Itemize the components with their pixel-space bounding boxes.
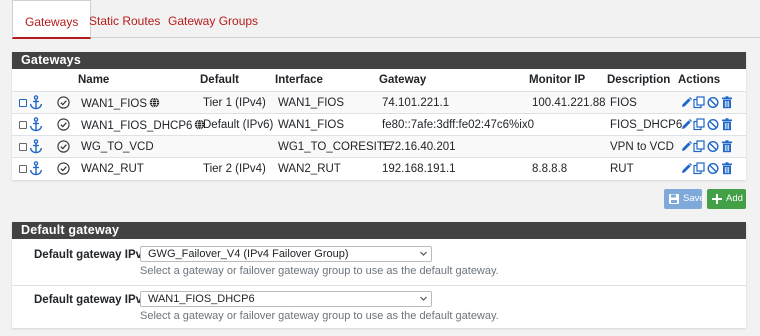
row-actions — [680, 140, 740, 154]
trash-icon[interactable] — [721, 140, 733, 153]
disable-icon[interactable] — [707, 96, 719, 109]
gateway-name: WAN1_FIOS — [81, 97, 160, 110]
save-button[interactable]: Save — [664, 189, 705, 209]
tab-gateways[interactable]: Gateways — [12, 0, 92, 39]
gateway-description: VPN to VCD — [610, 141, 674, 153]
status-ok-icon — [57, 96, 70, 109]
default-gateway-ipv4-select[interactable]: GWG_Failover_V4 (IPv4 Failover Group) — [140, 246, 432, 262]
gateway-default: Tier 1 (IPv4) — [203, 97, 266, 109]
plus-icon — [712, 194, 722, 204]
gateway-name: WAN2_RUT — [81, 163, 144, 175]
header-description: Description — [607, 74, 671, 86]
chevron-down-icon — [420, 251, 427, 256]
tab-bar: Gateways Static Routes Gateway Groups — [12, 0, 760, 39]
default-gateway-ipv4-label: Default gateway IPv4 — [34, 249, 149, 261]
status-ok-icon — [57, 118, 70, 131]
copy-icon[interactable] — [693, 162, 705, 175]
gateway-monitor-ip: 8.8.8.8 — [532, 163, 568, 175]
disable-icon[interactable] — [707, 140, 719, 153]
gateways-panel-title: Gateways — [12, 52, 746, 69]
gateway-description: FIOS_DHCP6 — [610, 119, 683, 131]
trash-icon[interactable] — [721, 118, 733, 131]
anchor-icon[interactable] — [29, 139, 43, 154]
default-gateway-ipv6-help: Select a gateway or failover gateway gro… — [140, 310, 499, 322]
save-icon — [669, 194, 679, 204]
trash-icon[interactable] — [721, 162, 733, 175]
table-row: WAN1_FIOS Tier 1 (IPv4) WAN1_FIOS 74.101.22… — [12, 91, 746, 114]
table-row: WAN2_RUT Tier 2 (IPv4) WAN2_RUT 192.168.191… — [12, 157, 746, 180]
gateway-interface: WAN2_RUT — [278, 163, 341, 175]
header-default: Default — [200, 74, 239, 86]
table-header: Name Default Interface Gateway Monitor I… — [12, 69, 746, 91]
header-monitor-ip: Monitor IP — [529, 74, 586, 86]
header-name: Name — [78, 74, 110, 86]
row-select-checkbox[interactable] — [19, 165, 27, 173]
gateways-panel: Gateways Name Default Interface Gateway … — [12, 52, 746, 180]
gateway-address: 192.168.191.1 — [382, 163, 456, 175]
header-actions: Actions — [678, 74, 721, 86]
tab-static-routes[interactable]: Static Routes — [89, 0, 160, 38]
row-actions — [680, 96, 740, 110]
row-actions — [680, 118, 740, 132]
edit-icon[interactable] — [680, 96, 692, 109]
row-select-checkbox[interactable] — [19, 99, 27, 107]
default-gateway-ipv6-value: WAN1_FIOS_DHCP6 — [148, 293, 255, 305]
anchor-icon[interactable] — [29, 95, 43, 110]
anchor-icon[interactable] — [29, 117, 43, 132]
header-interface: Interface — [275, 74, 323, 86]
row-select-checkbox[interactable] — [19, 143, 27, 151]
gateway-name: WG_TO_VCD — [81, 141, 154, 153]
edit-icon[interactable] — [680, 140, 692, 153]
gateway-address: 172.16.40.201 — [382, 141, 456, 153]
row-select-checkbox[interactable] — [19, 121, 27, 129]
save-label: Save — [683, 193, 705, 204]
gateway-default: Default (IPv6) — [203, 119, 274, 131]
chevron-down-icon — [420, 296, 427, 301]
add-label: Add — [726, 193, 743, 204]
gateway-description: FIOS — [610, 97, 637, 109]
copy-icon[interactable] — [693, 96, 705, 109]
gateway-address: 74.101.221.1 — [382, 97, 450, 109]
default-gateway-panel-title: Default gateway — [12, 222, 746, 239]
copy-icon[interactable] — [693, 118, 705, 131]
gateway-monitor-ip: 100.41.221.88 — [532, 97, 606, 109]
default-gateway-ipv4-help: Select a gateway or failover gateway gro… — [140, 265, 499, 277]
gateway-interface: WG1_TO_CORESITE — [278, 141, 392, 153]
trash-icon[interactable] — [721, 96, 733, 109]
default-gateway-ipv6-select[interactable]: WAN1_FIOS_DHCP6 — [140, 291, 432, 307]
gateway-name: WAN1_FIOS_DHCP6 — [81, 119, 205, 132]
table-row: WG_TO_VCD WG1_TO_CORESITE 172.16.40.201 VPN… — [12, 135, 746, 158]
disable-icon[interactable] — [707, 118, 719, 131]
gateway-description: RUT — [610, 163, 634, 175]
default-gateway-ipv4-value: GWG_Failover_V4 (IPv4 Failover Group) — [148, 248, 349, 260]
edit-icon[interactable] — [680, 162, 692, 175]
gateway-address: fe80::7afe:3dff:fe02:47c6%ix0 — [382, 119, 534, 131]
gateway-default: Tier 2 (IPv4) — [203, 163, 266, 175]
disable-icon[interactable] — [707, 162, 719, 175]
copy-icon[interactable] — [693, 140, 705, 153]
status-ok-icon — [57, 140, 70, 153]
gateway-interface: WAN1_FIOS — [278, 97, 345, 109]
header-gateway: Gateway — [379, 74, 427, 86]
row-actions — [680, 162, 740, 176]
default-gateway-ipv6-row: Default gateway IPv6 WAN1_FIOS_DHCP6 Sel… — [12, 285, 746, 329]
gateway-interface: WAN1_FIOS — [278, 119, 345, 131]
edit-icon[interactable] — [680, 118, 692, 131]
default-gateway-ipv4-row: Default gateway IPv4 GWG_Failover_V4 (IP… — [12, 241, 746, 285]
status-ok-icon — [57, 162, 70, 175]
add-button[interactable]: Add — [707, 189, 746, 209]
default-gateway-panel: Default gateway Default gateway IPv4 GWG… — [12, 222, 746, 328]
globe-icon — [149, 97, 160, 108]
tab-gateway-groups[interactable]: Gateway Groups — [168, 0, 258, 38]
table-row: WAN1_FIOS_DHCP6 Default (IPv6) WAN1_FIOS fe… — [12, 113, 746, 136]
default-gateway-ipv6-label: Default gateway IPv6 — [34, 294, 149, 306]
anchor-icon[interactable] — [29, 161, 43, 176]
